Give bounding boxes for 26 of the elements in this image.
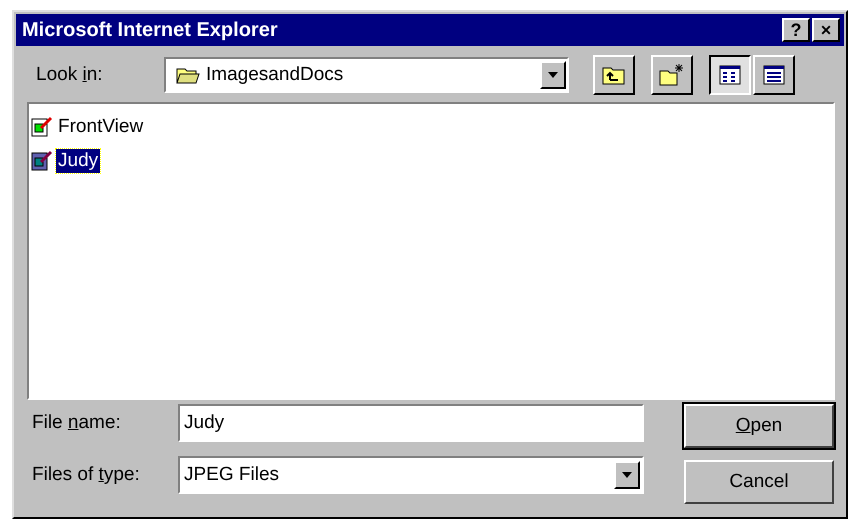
close-button[interactable]: × xyxy=(812,18,840,42)
file-name: Judy xyxy=(56,149,100,173)
file-name: FrontView xyxy=(57,115,144,139)
file-type-label: Files of type: xyxy=(32,464,141,486)
look-in-dropdown[interactable]: ImagesandDocs xyxy=(164,57,569,93)
image-file-icon xyxy=(31,116,53,138)
window-title: Microsoft Internet Explorer xyxy=(22,18,278,42)
open-button[interactable]: Open xyxy=(684,404,834,448)
file-item[interactable]: Judy xyxy=(31,144,831,178)
list-view-icon xyxy=(719,65,741,85)
new-folder-icon xyxy=(659,63,685,87)
file-type-value: JPEG Files xyxy=(184,464,280,486)
details-view-icon xyxy=(763,65,785,85)
file-name-field[interactable]: Judy xyxy=(178,404,644,442)
file-name-label: File name: xyxy=(32,412,122,434)
file-type-dropdown[interactable]: JPEG Files xyxy=(178,456,644,494)
look-in-label: Look in: xyxy=(36,64,104,86)
image-file-icon xyxy=(31,150,53,172)
new-folder-button[interactable] xyxy=(651,55,693,95)
list-button[interactable] xyxy=(709,55,751,95)
file-item[interactable]: FrontView xyxy=(31,110,831,144)
look-in-value: ImagesandDocs xyxy=(206,64,344,86)
cancel-button[interactable]: Cancel xyxy=(684,460,834,504)
up-button[interactable] xyxy=(593,55,635,95)
help-button[interactable]: ? xyxy=(782,18,810,42)
details-button[interactable] xyxy=(753,55,795,95)
